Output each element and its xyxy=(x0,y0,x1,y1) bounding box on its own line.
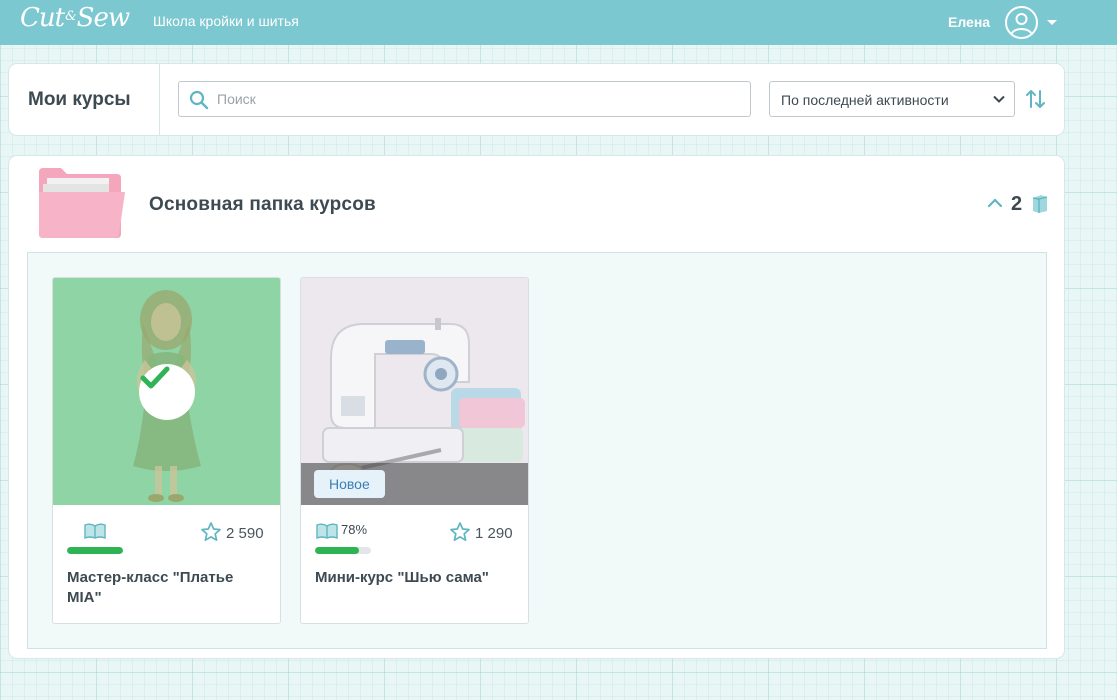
chevron-down-icon xyxy=(993,95,1005,103)
course-progress-bar xyxy=(67,547,123,554)
course-thumbnail[interactable]: Новое xyxy=(301,278,528,505)
checkmark-icon xyxy=(140,366,170,389)
star-icon[interactable] xyxy=(200,521,222,543)
user-name[interactable]: Елена xyxy=(948,14,990,30)
course-progress-label: 78% xyxy=(341,522,368,537)
folder-course-count: 2 xyxy=(1011,193,1023,215)
search-icon xyxy=(189,90,209,110)
book-icon xyxy=(84,523,106,540)
course-progress-fill xyxy=(315,547,359,554)
completed-badge xyxy=(139,364,195,420)
folder-title: Основная папка курсов xyxy=(149,194,376,215)
course-title[interactable]: Мини-курс "Шью сама" xyxy=(315,568,515,588)
course-progress-bar xyxy=(315,547,371,554)
search-input[interactable] xyxy=(217,82,737,116)
course-views-count: 1 290 xyxy=(475,525,513,542)
course-views-count: 2 590 xyxy=(226,525,264,542)
new-badge: Новое xyxy=(314,470,385,498)
course-stats: 78% 1 290 xyxy=(301,505,528,565)
sort-select-value: По последней активности xyxy=(781,92,949,108)
course-stats: 2 590 xyxy=(53,505,280,565)
folder-icon xyxy=(39,168,125,238)
sort-select[interactable]: По последней активности xyxy=(769,81,1015,117)
chevron-up-icon[interactable] xyxy=(987,196,1003,210)
top-bar: Cut & Sew Школа кройки и шитья Елена xyxy=(0,0,1117,45)
courses-toolbar: Мои курсы По последней активности xyxy=(8,63,1065,136)
user-avatar-icon[interactable] xyxy=(1005,6,1038,39)
user-menu-caret-icon[interactable] xyxy=(1047,20,1057,25)
sort-arrows-icon[interactable] xyxy=(1025,89,1047,109)
course-thumbnail[interactable] xyxy=(53,278,280,505)
star-icon[interactable] xyxy=(449,521,471,543)
course-progress-fill xyxy=(67,547,123,554)
book-icon xyxy=(316,523,338,540)
courses-grid: 2 590 Мастер-класс "Платье MIA" Новое 78… xyxy=(27,252,1047,649)
page-title: Мои курсы xyxy=(28,89,131,110)
course-folder: Основная папка курсов 2 2 590 Мастер-кла… xyxy=(8,155,1065,659)
book-icon xyxy=(1032,195,1048,213)
site-logo[interactable]: Cut & Sew xyxy=(20,3,130,33)
course-title[interactable]: Мастер-класс "Платье MIA" xyxy=(67,568,267,608)
new-badge-strip: Новое xyxy=(301,463,528,505)
course-card[interactable]: Новое 78% 1 290 Мини-курс "Шью сама" xyxy=(300,277,529,624)
search-field[interactable] xyxy=(178,81,751,117)
site-tagline: Школа кройки и шитья xyxy=(153,13,299,29)
course-card[interactable]: 2 590 Мастер-класс "Платье MIA" xyxy=(52,277,281,624)
toolbar-divider xyxy=(159,64,160,135)
